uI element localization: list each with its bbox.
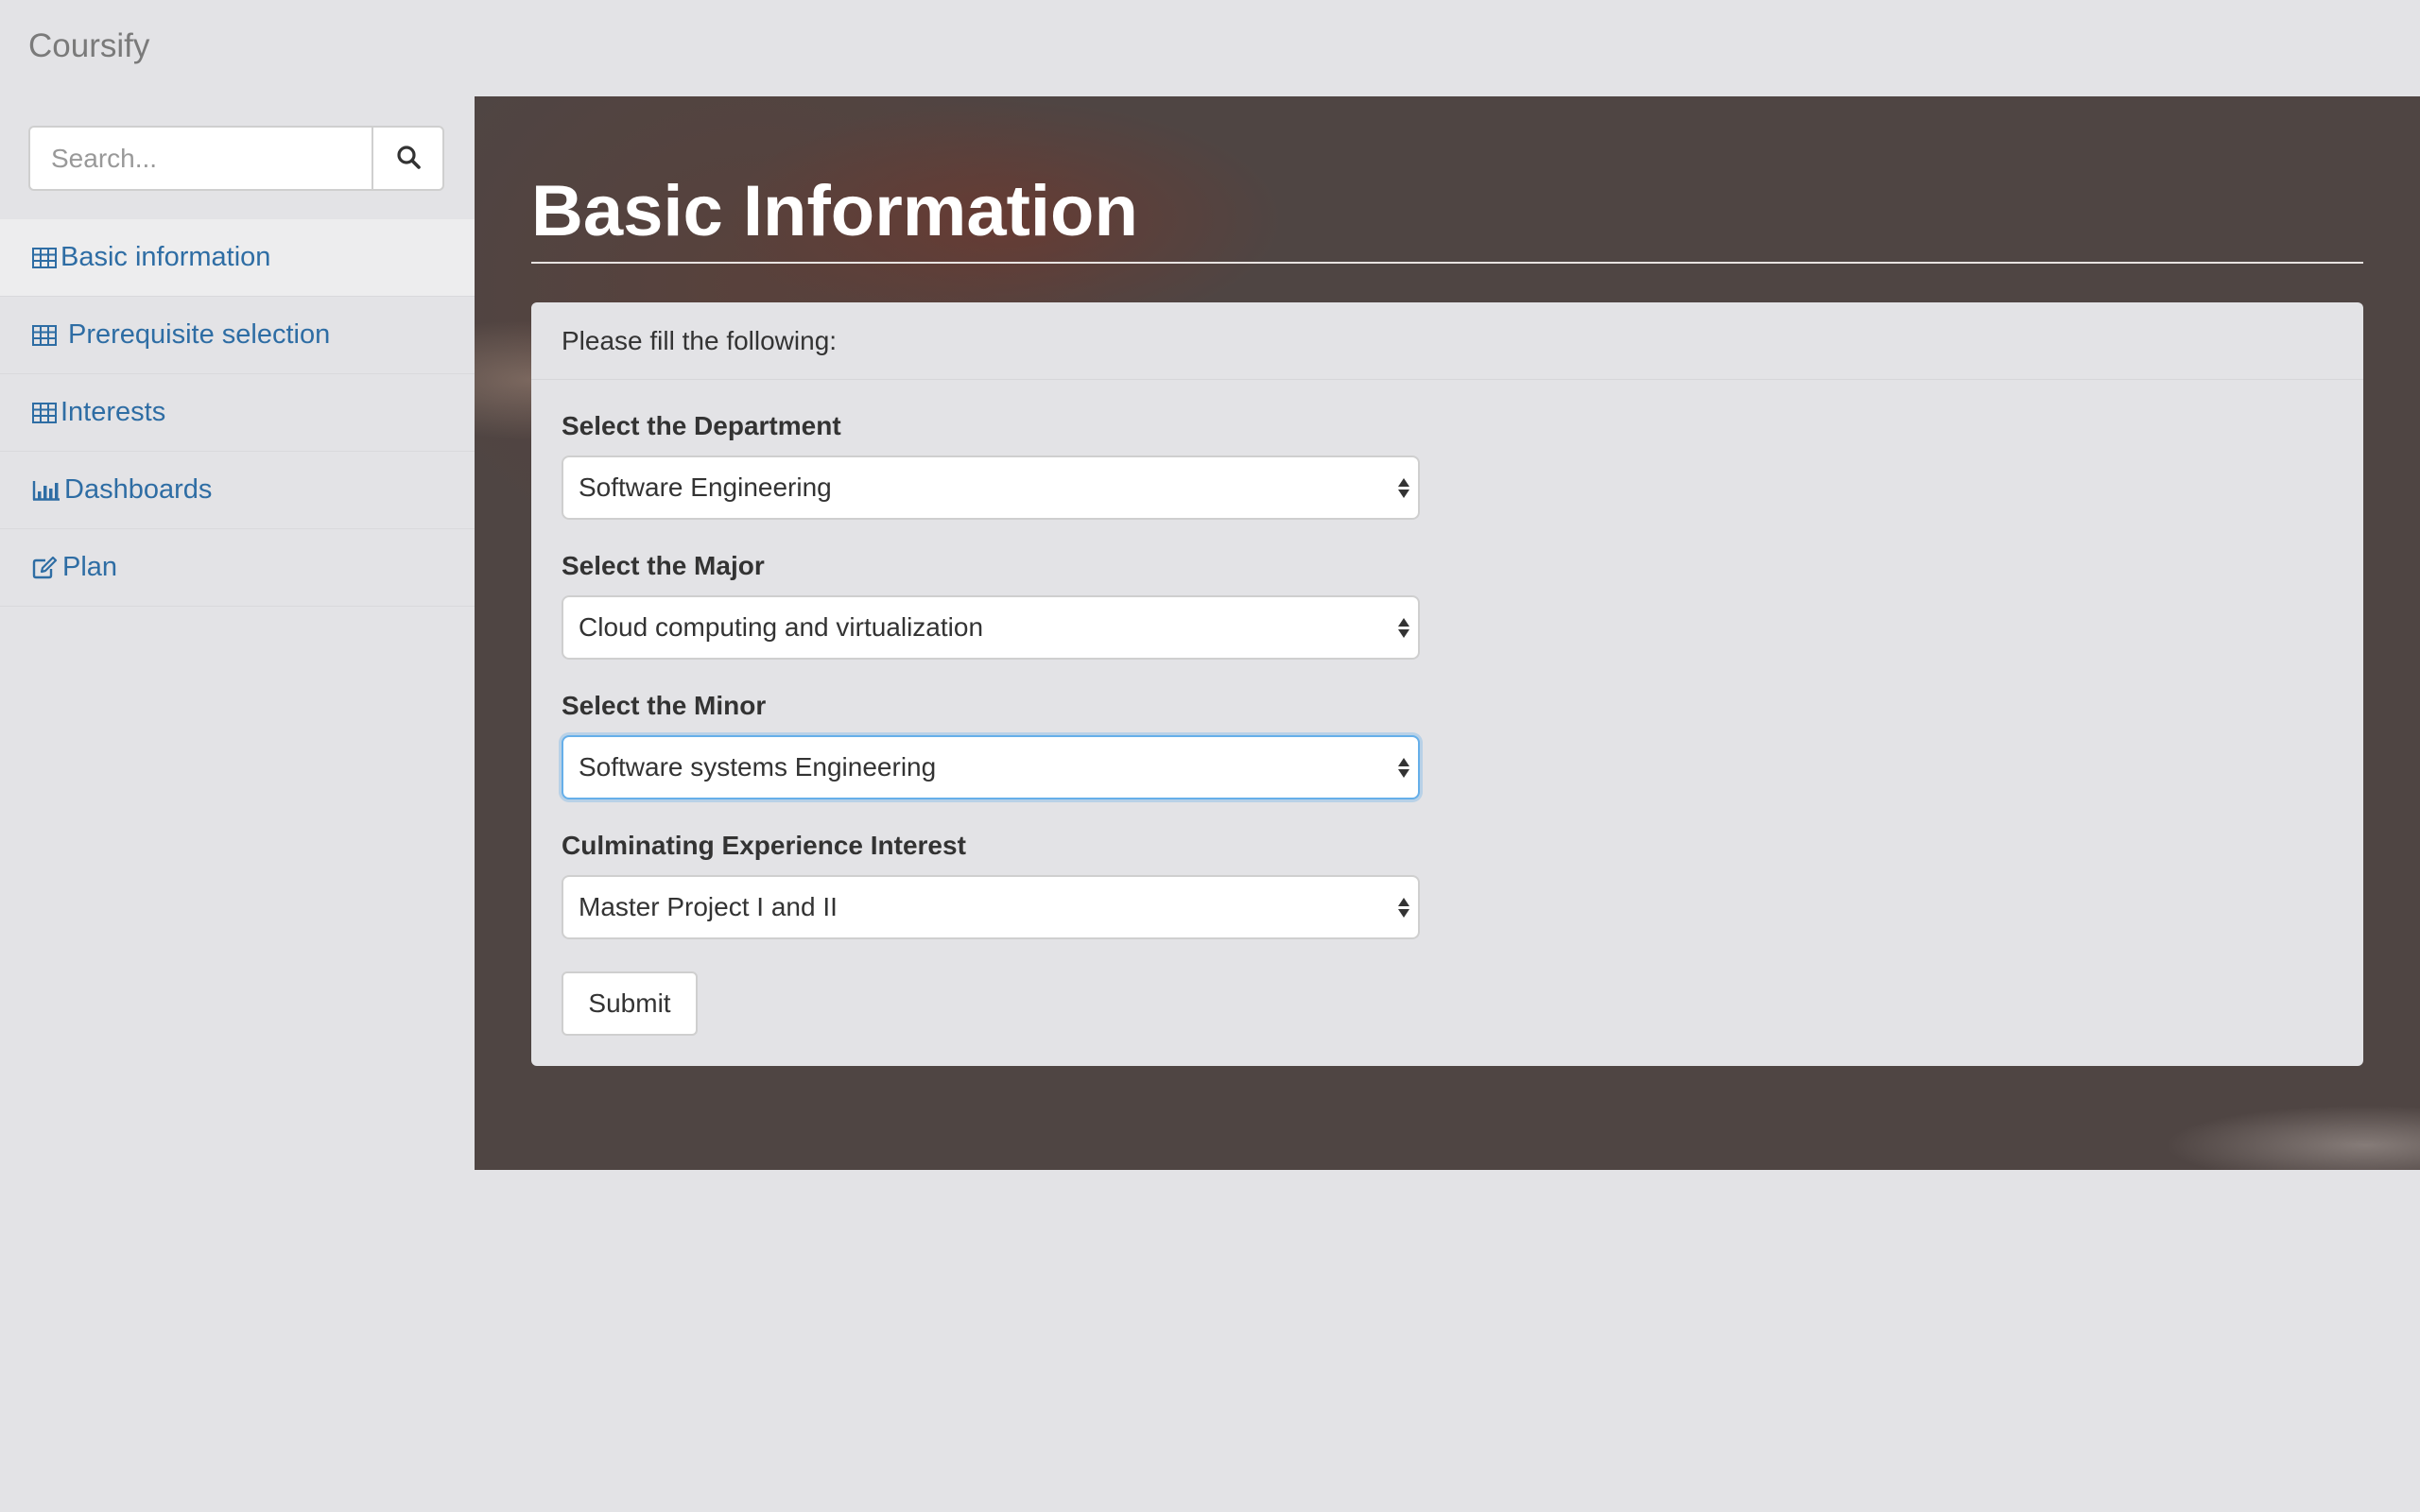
search-input[interactable] [28,126,372,191]
sidebar-item-label: Plan [62,552,118,582]
sidebar-item-label: Interests [60,397,166,427]
search-group [28,126,444,191]
culminating-experience-label: Culminating Experience Interest [562,831,966,860]
sidebar-nav: Basic information Prerequisite selection [0,219,475,607]
department-field-group: Select the Department Software Engineeri… [562,410,1420,520]
minor-field-group: Select the Minor Software systems Engine… [562,690,1420,799]
sidebar-item-dashboards[interactable]: Dashboards [0,452,475,529]
table-icon [32,247,57,268]
search-button[interactable] [372,126,444,191]
select-arrows-icon [1397,894,1410,920]
edit-icon [32,556,59,579]
major-select[interactable]: Cloud computing and virtualization [562,595,1420,660]
department-select-value: Software Engineering [579,472,832,502]
sidebar-item-basic-information[interactable]: Basic information [0,219,475,297]
brand-logo-text[interactable]: Coursify [28,25,149,68]
submit-button[interactable]: Submit [562,971,698,1036]
major-field-group: Select the Major Cloud computing and vir… [562,550,1420,660]
minor-select-value: Software systems Engineering [579,752,937,782]
department-select[interactable]: Software Engineering [562,455,1420,520]
search-icon [396,145,421,172]
culminating-experience-select[interactable]: Master Project I and II [562,875,1420,939]
sidebar-item-prerequisite-selection[interactable]: Prerequisite selection [0,297,475,374]
culminating-experience-field-group: Culminating Experience Interest Master P… [562,830,1420,939]
bar-chart-icon [32,480,60,501]
select-arrows-icon [1397,614,1410,641]
select-arrows-icon [1397,474,1410,501]
sidebar: Basic information Prerequisite selection [0,96,475,1512]
table-icon [32,402,57,423]
top-navbar: Coursify [0,0,2420,96]
major-label: Select the Major [562,551,765,580]
sidebar-item-interests[interactable]: Interests [0,374,475,452]
panel-heading: Please fill the following: [531,302,2363,380]
sidebar-item-label: Dashboards [64,474,213,505]
minor-select[interactable]: Software systems Engineering [562,735,1420,799]
select-arrows-icon [1397,754,1410,781]
table-icon [32,324,57,346]
department-label: Select the Department [562,411,841,440]
major-select-value: Cloud computing and virtualization [579,612,984,642]
minor-label: Select the Minor [562,691,767,720]
title-divider [531,262,2363,264]
main-content: Basic Information Please fill the follow… [475,96,2420,1170]
page-title: Basic Information [531,171,1138,251]
culminating-experience-select-value: Master Project I and II [579,892,838,921]
sidebar-item-label: Prerequisite selection [68,319,331,350]
sidebar-item-plan[interactable]: Plan [0,529,475,607]
form-panel: Please fill the following: Select the De… [531,302,2363,1066]
sidebar-item-label: Basic information [60,242,271,272]
